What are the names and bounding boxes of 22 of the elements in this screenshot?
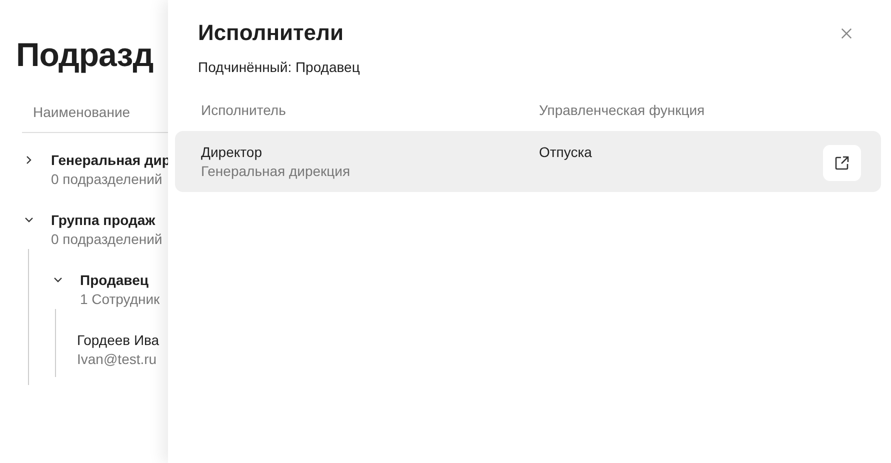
- table-row[interactable]: Директор Генеральная дирекция Отпуска: [175, 131, 881, 192]
- function-name: Отпуска: [539, 143, 593, 161]
- employee-name[interactable]: Гордеев Ива: [77, 331, 168, 350]
- column-header: Управленческая функция: [539, 102, 706, 118]
- unit-name[interactable]: Продавец: [80, 271, 160, 290]
- page-title: Подразд: [16, 36, 154, 74]
- panel-subtitle: Подчинённый: Продавец: [197, 59, 361, 75]
- employee-email: Ivan@test.ru: [77, 350, 158, 369]
- unit-count: 1 Сотрудник: [80, 290, 160, 309]
- unit-count: 0 подразделений: [51, 230, 162, 249]
- open-link-button[interactable]: [823, 145, 861, 181]
- unit-count: 0 подразделений: [51, 170, 164, 189]
- executor-name: Директор: [201, 143, 263, 161]
- column-header: Исполнитель: [201, 102, 287, 118]
- chevron-down-icon[interactable]: [24, 215, 34, 225]
- close-icon[interactable]: [840, 26, 853, 40]
- chevron-down-icon[interactable]: [53, 275, 63, 285]
- department-name: Генеральная дирекция: [201, 162, 352, 181]
- chevron-right-icon[interactable]: [24, 155, 34, 165]
- panel-title: Исполнители: [198, 20, 344, 46]
- unit-name[interactable]: Группа продаж: [51, 211, 162, 230]
- external-link-icon: [834, 155, 850, 171]
